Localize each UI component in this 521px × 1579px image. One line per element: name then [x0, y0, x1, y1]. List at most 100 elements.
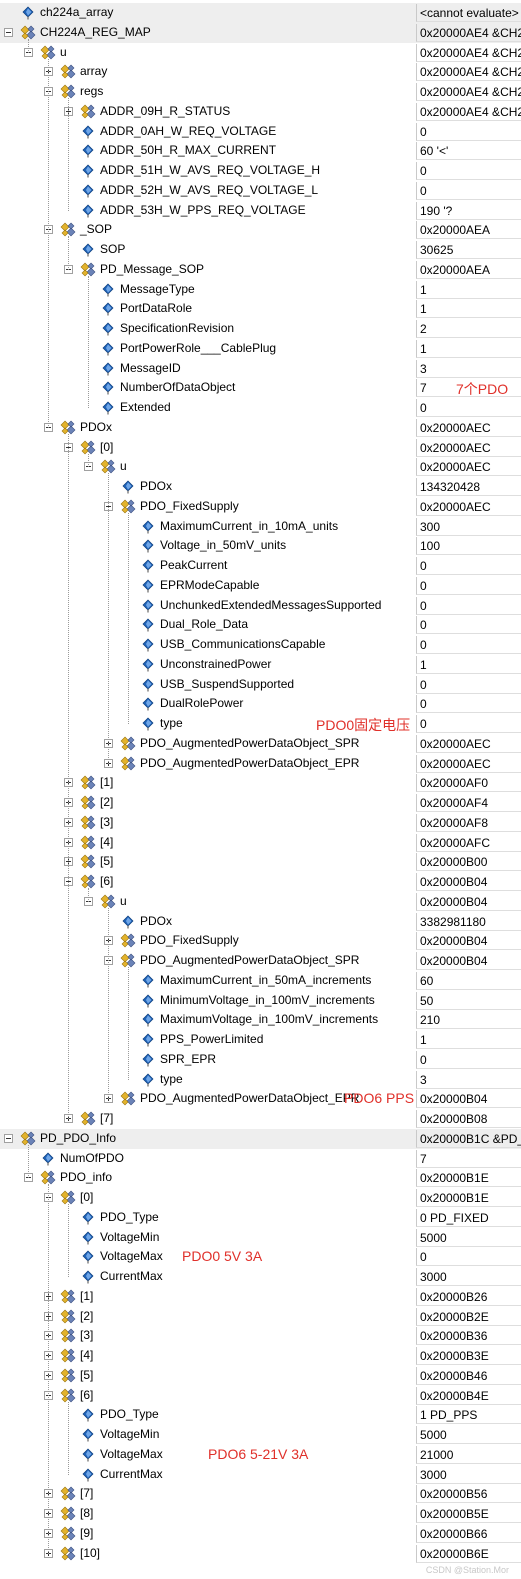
tree-row[interactable]: [4] 0x20000AFC — [0, 833, 521, 853]
tree-item-value[interactable]: 0x20000B56 — [416, 1485, 521, 1504]
tree-item-value[interactable]: 0x20000AEC — [416, 438, 521, 457]
tree-row[interactable]: MaximumCurrent_in_10mA_units 300 — [0, 517, 521, 537]
tree-item-value[interactable]: 0x20000AF4 — [416, 794, 521, 812]
tree-row[interactable]: USB_SuspendSupported 0 — [0, 675, 521, 695]
tree-row[interactable]: MaximumVoltage_in_100mV_increments 210 — [0, 1010, 521, 1030]
tree-row[interactable]: [0] 0x20000B1E — [0, 1188, 521, 1208]
tree-item-value[interactable]: 1 PD_PPS — [416, 1406, 521, 1425]
tree-item-value[interactable]: 5000 — [416, 1426, 521, 1444]
tree-item-value[interactable]: 0x20000B36 — [416, 1327, 521, 1346]
tree-row[interactable]: PDO_info 0x20000B1E — [0, 1168, 521, 1188]
tree-row[interactable]: SPR_EPR 0 — [0, 1050, 521, 1070]
tree-item-value[interactable]: 190 '? — [416, 201, 521, 220]
tree-item-value[interactable]: 5000 — [416, 1228, 521, 1247]
tree-item-value[interactable]: 300 — [416, 517, 521, 536]
tree-row[interactable]: PortPowerRole___CablePlug 1 — [0, 339, 521, 359]
tree-row[interactable]: PDOx 3382981180 — [0, 912, 521, 932]
tree-item-value[interactable]: 0x20000B08 — [416, 1110, 521, 1128]
tree-row[interactable]: [0] 0x20000AEC — [0, 438, 521, 458]
tree-item-value[interactable]: 0x20000AE4 &CH224A_REG_MAP — [416, 63, 521, 82]
tree-row[interactable]: UnconstrainedPower 1 — [0, 655, 521, 675]
tree-item-value[interactable]: 0x20000B5E — [416, 1505, 521, 1523]
tree-row[interactable]: [4] 0x20000B3E — [0, 1346, 521, 1366]
tree-row[interactable]: [3] 0x20000AF8 — [0, 813, 521, 833]
tree-item-value[interactable]: 3000 — [416, 1268, 521, 1286]
tree-item-value[interactable]: 1 — [416, 339, 521, 358]
tree-row[interactable]: PDO_AugmentedPowerDataObject_EPR 0x20000A… — [0, 754, 521, 774]
tree-row[interactable]: CH224A_REG_MAP 0x20000AE4 &CH224A_REG_MAP — [0, 22, 521, 43]
tree-row[interactable]: array 0x20000AE4 &CH224A_REG_MAP — [0, 62, 521, 82]
tree-item-value[interactable]: 0x20000B1C &PD_PDO_Info — [416, 1129, 521, 1148]
tree-row[interactable]: ADDR_09H_R_STATUS 0x20000AE4 &CH224A_REG_… — [0, 102, 521, 122]
tree-item-value[interactable]: 30625 — [416, 241, 521, 259]
tree-row[interactable]: PDO_AugmentedPowerDataObject_EPR 0x20000B… — [0, 1089, 521, 1109]
tree-row[interactable]: u 0x20000AEC — [0, 457, 521, 477]
tree-row[interactable]: [5] 0x20000B00 — [0, 852, 521, 872]
tree-item-value[interactable]: 0 — [416, 675, 521, 694]
tree-item-value[interactable]: 0x20000B6E — [416, 1544, 521, 1563]
tree-row[interactable]: ADDR_53H_W_PPS_REQ_VOLTAGE 190 '? — [0, 201, 521, 221]
tree-item-value[interactable]: 7 — [416, 1149, 521, 1168]
tree-item-value[interactable]: 0 — [416, 122, 521, 141]
tree-item-value[interactable]: 0x20000AEC — [416, 458, 521, 477]
tree-item-value[interactable]: 50 — [416, 991, 521, 1010]
tree-row[interactable]: PD_PDO_Info 0x20000B1C &PD_PDO_Info — [0, 1128, 521, 1149]
tree-row[interactable]: [1] 0x20000AF0 — [0, 773, 521, 793]
tree-item-value[interactable]: 0 — [416, 1050, 521, 1069]
tree-row[interactable]: VoltageMin 5000 — [0, 1425, 521, 1445]
tree-row[interactable]: ADDR_50H_R_MAX_CURRENT 60 '<' — [0, 141, 521, 161]
tree-item-value[interactable]: 2 — [416, 320, 521, 338]
tree-item-value[interactable]: 0x20000AE4 &CH224A_REG_MAP — [416, 23, 521, 42]
tree-row[interactable]: [9] 0x20000B66 — [0, 1524, 521, 1544]
tree-item-value[interactable]: 0x20000B1E — [416, 1169, 521, 1188]
tree-row[interactable]: _SOP 0x20000AEA — [0, 220, 521, 240]
tree-item-value[interactable]: 0 — [416, 181, 521, 200]
tree-item-value[interactable]: 0x20000B04 — [416, 1090, 521, 1109]
collapse-toggle[interactable] — [4, 1133, 13, 1143]
collapse-toggle[interactable] — [4, 27, 13, 37]
tree-row[interactable]: type 0 — [0, 714, 521, 734]
tree-item-value[interactable]: 0x20000AE4 &CH224A_REG_MAP — [416, 43, 521, 62]
tree-item-value[interactable]: 0x20000B26 — [416, 1287, 521, 1306]
tree-item-value[interactable]: 0x20000B00 — [416, 853, 521, 872]
tree-item-value[interactable]: 1 — [416, 300, 521, 319]
tree-item-value[interactable]: 0 — [416, 557, 521, 575]
tree-row[interactable]: CurrentMax 3000 — [0, 1465, 521, 1485]
tree-item-value[interactable]: 0x20000B66 — [416, 1524, 521, 1543]
tree-item-value[interactable]: 0 — [416, 636, 521, 654]
tree-item-value[interactable]: 0 — [416, 616, 521, 635]
tree-row[interactable]: USB_CommunicationsCapable 0 — [0, 635, 521, 655]
tree-item-value[interactable]: 0x20000AEA — [416, 221, 521, 240]
tree-row[interactable]: [5] 0x20000B46 — [0, 1366, 521, 1386]
tree-item-value[interactable]: 0 — [416, 596, 521, 615]
tree-item-value[interactable]: 210 — [416, 1011, 521, 1030]
tree-row[interactable]: PDO_AugmentedPowerDataObject_SPR 0x20000B… — [0, 951, 521, 971]
tree-row[interactable]: [2] 0x20000B2E — [0, 1307, 521, 1327]
tree-row[interactable]: type 3 — [0, 1070, 521, 1090]
tree-row[interactable]: NumOfPDO 7 — [0, 1149, 521, 1169]
tree-row[interactable]: [7] 0x20000B08 — [0, 1109, 521, 1129]
tree-row[interactable]: SOP 30625 — [0, 240, 521, 260]
tree-item-value[interactable]: 0x20000AE4 &CH224A_REG_MAP — [416, 102, 521, 121]
tree-row[interactable]: Dual_Role_Data 0 — [0, 615, 521, 635]
tree-row[interactable]: [10] 0x20000B6E — [0, 1544, 521, 1564]
tree-row[interactable]: PDO_AugmentedPowerDataObject_SPR 0x20000A… — [0, 734, 521, 754]
tree-item-value[interactable]: 0 — [416, 576, 521, 595]
tree-item-value[interactable]: 0 PD_FIXED — [416, 1208, 521, 1227]
tree-row[interactable]: PPS_PowerLimited 1 — [0, 1030, 521, 1050]
tree-item-value[interactable]: 0x20000AE4 &CH224A_REG_MAP — [416, 83, 521, 101]
tree-row[interactable]: PDOx 0x20000AEC — [0, 418, 521, 438]
tree-item-value[interactable]: 1 — [416, 1031, 521, 1049]
tree-item-value[interactable]: 0x20000AF0 — [416, 774, 521, 793]
tree-row[interactable]: ADDR_0AH_W_REQ_VOLTAGE 0 — [0, 122, 521, 142]
tree-item-value[interactable]: 0x20000B2E — [416, 1307, 521, 1326]
tree-item-value[interactable]: 21000 — [416, 1445, 521, 1464]
tree-row[interactable]: u 0x20000AE4 &CH224A_REG_MAP — [0, 43, 521, 63]
tree-row[interactable]: [6] 0x20000B04 — [0, 872, 521, 892]
tree-item-value[interactable]: 1 — [416, 655, 521, 674]
tree-item-value[interactable]: 0x20000B46 — [416, 1366, 521, 1385]
tree-item-value[interactable]: 0x20000AEC — [416, 754, 521, 773]
tree-row[interactable]: DualRolePower 0 — [0, 694, 521, 714]
tree-item-value[interactable]: 0x20000B04 — [416, 952, 521, 970]
tree-row[interactable]: ADDR_52H_W_AVS_REQ_VOLTAGE_L 0 — [0, 181, 521, 201]
